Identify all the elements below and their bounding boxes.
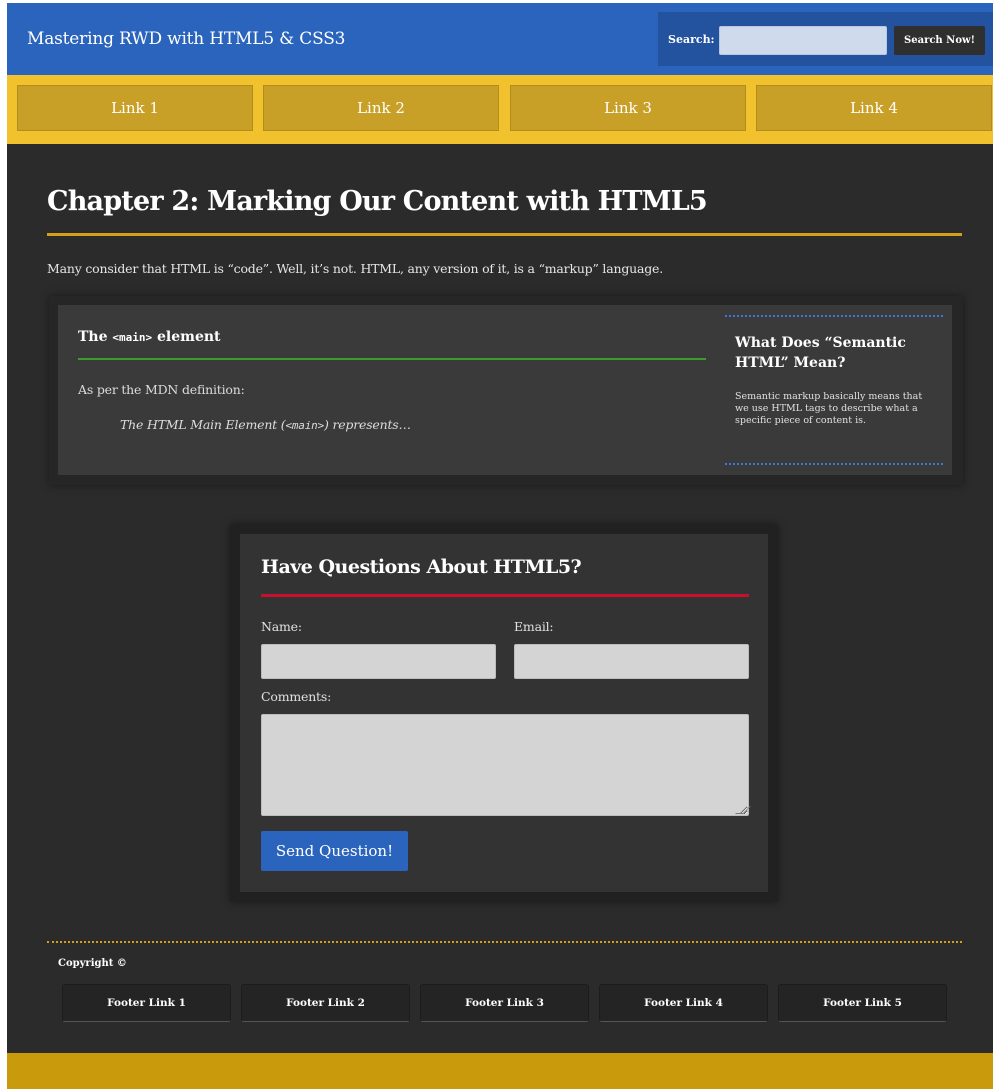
quote-prefix: The HTML Main Element (: [120, 417, 286, 432]
aside-title: What Does “Semantic HTML” Mean?: [735, 335, 906, 371]
email-label: Email:: [514, 619, 554, 634]
mdn-definition-label: As per the MDN definition:: [78, 382, 245, 397]
main-nav: Link 1 Link 2 Link 3 Link 4: [7, 75, 993, 144]
search-form: Search: Search Now!: [658, 12, 993, 66]
comments-label: Comments:: [261, 689, 332, 704]
name-field[interactable]: [261, 644, 496, 679]
search-button[interactable]: Search Now!: [894, 26, 985, 55]
aside-text: Semantic markup basically means that we …: [735, 391, 923, 426]
name-label: Name:: [261, 619, 302, 634]
footer-link-2[interactable]: Footer Link 2: [241, 984, 410, 1022]
heading-suffix: element: [152, 329, 221, 345]
email-field[interactable]: [514, 644, 749, 679]
nav-link-4[interactable]: Link 4: [756, 85, 992, 131]
form-divider: [261, 594, 749, 597]
quote-code: <main>: [285, 419, 324, 432]
section-divider: [78, 358, 706, 360]
nav-link-1[interactable]: Link 1: [17, 85, 253, 131]
heading-prefix: The: [78, 329, 113, 345]
page: Mastering RWD with HTML5 & CSS3 Search: …: [7, 3, 993, 1089]
copyright-text: Copyright ©: [58, 958, 127, 969]
bottom-bar: [7, 1053, 993, 1089]
main-element-heading: The <main> element: [78, 329, 221, 345]
chapter-title: Chapter 2: Marking Our Content with HTML…: [47, 186, 708, 217]
nav-link-3[interactable]: Link 3: [510, 85, 746, 131]
nav-link-2[interactable]: Link 2: [263, 85, 499, 131]
site-title[interactable]: Mastering RWD with HTML5 & CSS3: [27, 29, 345, 49]
mdn-quote: The HTML Main Element (<main>) represent…: [120, 417, 411, 432]
search-label: Search:: [668, 33, 715, 46]
footer-divider: [47, 941, 962, 943]
footer-link-4[interactable]: Footer Link 4: [599, 984, 768, 1022]
footer-link-5[interactable]: Footer Link 5: [778, 984, 947, 1022]
chapter-divider: [47, 233, 962, 236]
footer-link-1[interactable]: Footer Link 1: [62, 984, 231, 1022]
form-title: Have Questions About HTML5?: [261, 556, 582, 578]
semantic-html-aside: What Does “Semantic HTML” Mean? Semantic…: [725, 315, 943, 465]
send-question-button[interactable]: Send Question!: [261, 831, 408, 871]
search-input[interactable]: [719, 26, 887, 55]
intro-paragraph: Many consider that HTML is “code”. Well,…: [47, 261, 664, 276]
quote-suffix: ) represents…: [324, 417, 411, 432]
comments-textarea[interactable]: [261, 714, 749, 816]
site-header: Mastering RWD with HTML5 & CSS3 Search: …: [7, 3, 993, 75]
footer-link-3[interactable]: Footer Link 3: [420, 984, 589, 1022]
heading-code: <main>: [112, 331, 153, 344]
